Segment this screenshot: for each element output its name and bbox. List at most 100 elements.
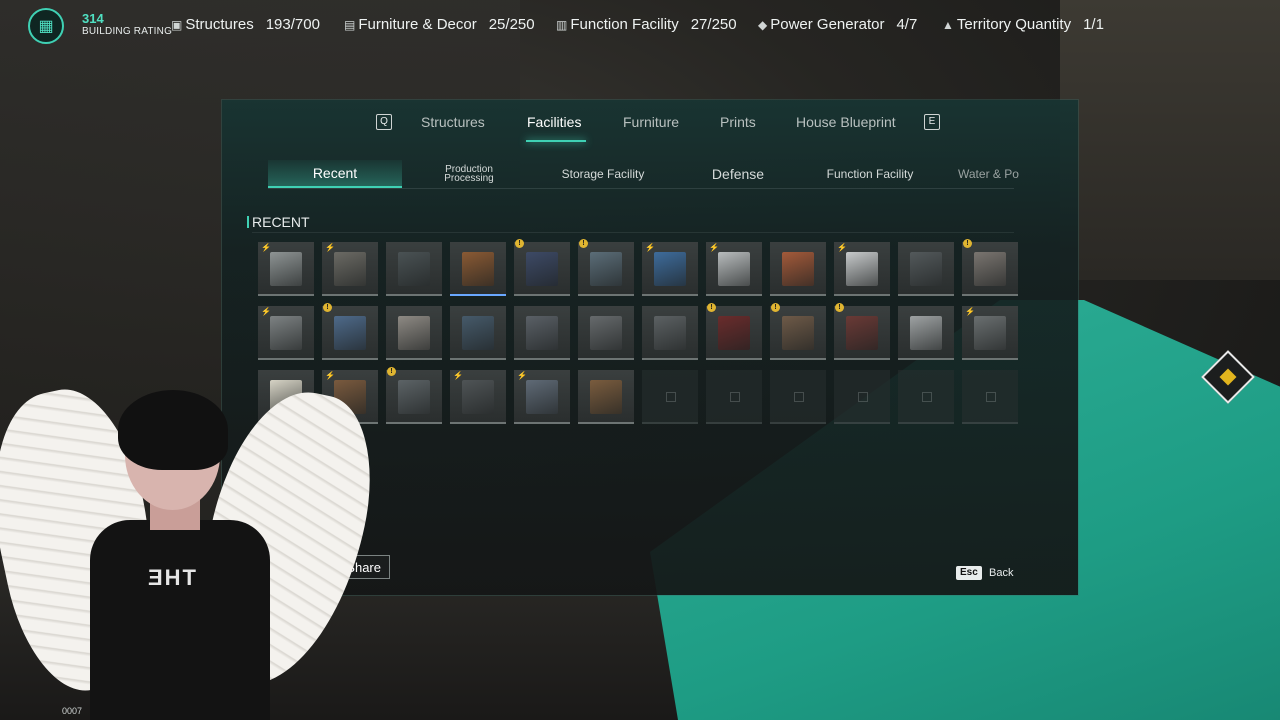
facility-slot[interactable]: ⚡ — [322, 242, 378, 296]
avatar-hair — [118, 390, 228, 470]
facility-item-icon — [782, 316, 814, 350]
facility-item-icon — [590, 316, 622, 350]
empty-slot — [834, 370, 890, 424]
facility-slot[interactable]: ⚡ — [258, 306, 314, 360]
facility-slot[interactable]: ⚡ — [514, 370, 570, 424]
facility-slot[interactable]: ! — [834, 303, 890, 360]
facility-slot[interactable] — [514, 306, 570, 360]
building-rating-label: BUILDING RATING — [82, 26, 173, 37]
empty-slot — [642, 370, 698, 424]
facility-slot[interactable]: ⚡ — [258, 242, 314, 296]
territory-icon: ▲ — [942, 18, 954, 32]
subtab-recent[interactable]: Recent — [268, 160, 402, 188]
warning-icon: ! — [323, 303, 332, 312]
tab-structures[interactable]: Structures — [421, 114, 485, 130]
facility-item-icon — [462, 252, 494, 286]
facility-slot[interactable]: ⚡ — [706, 242, 762, 296]
facility-slot[interactable]: ! — [514, 239, 570, 296]
facility-item-icon — [654, 252, 686, 286]
facility-item-icon — [526, 380, 558, 414]
power-bolt-icon: ⚡ — [453, 371, 463, 380]
subtab-production-processing[interactable]: Production Processing — [424, 160, 514, 188]
warning-icon: ! — [515, 239, 524, 248]
power-bolt-icon: ⚡ — [325, 243, 335, 252]
facility-item-icon — [398, 316, 430, 350]
tab-house-blueprint[interactable]: House Blueprint — [796, 114, 896, 130]
facility-item-icon — [398, 380, 430, 414]
facility-slot[interactable]: ⚡ — [642, 242, 698, 296]
facility-slot[interactable] — [450, 242, 506, 296]
facility-slot[interactable] — [578, 370, 634, 424]
facility-slot[interactable]: ! — [386, 367, 442, 424]
esc-key-icon: Esc — [956, 566, 982, 580]
active-tab-indicator — [526, 140, 586, 142]
warning-icon: ! — [835, 303, 844, 312]
facility-slot[interactable]: ! — [322, 303, 378, 360]
section-divider — [252, 232, 1014, 233]
facility-slot[interactable]: ⚡ — [962, 306, 1018, 360]
subtab-function-facility[interactable]: Function Facility — [820, 160, 920, 188]
facility-item-icon — [718, 316, 750, 350]
facility-item-icon — [590, 252, 622, 286]
facility-item-icon — [462, 316, 494, 350]
power-bolt-icon: ⚡ — [261, 243, 271, 252]
facility-slot[interactable] — [770, 242, 826, 296]
facility-slot[interactable] — [898, 242, 954, 296]
facility-slot[interactable]: ! — [578, 239, 634, 296]
warning-icon: ! — [771, 303, 780, 312]
prev-tab-key[interactable]: Q — [376, 114, 392, 130]
tab-facilities[interactable]: Facilities — [527, 114, 581, 130]
facility-item-icon — [334, 316, 366, 350]
facility-item-icon — [846, 316, 878, 350]
facility-item-icon — [846, 252, 878, 286]
facility-item-icon — [526, 252, 558, 286]
tab-prints[interactable]: Prints — [720, 114, 756, 130]
facility-slot[interactable] — [386, 242, 442, 296]
streamer-avatar-overlay: ƎHT — [0, 377, 390, 720]
stat-structures: ▣ Structures 193/700 — [171, 16, 320, 33]
building-rating-value: 314 — [82, 11, 104, 26]
stat-function-facility: ▥ Function Facility 27/250 — [556, 16, 737, 33]
facility-slot[interactable]: ⚡ — [834, 242, 890, 296]
stat-territory-quantity: ▲ Territory Quantity 1/1 — [942, 16, 1104, 33]
facility-item-icon — [782, 252, 814, 286]
back-button[interactable]: Back — [989, 567, 1013, 579]
facility-slot[interactable] — [386, 306, 442, 360]
building-rating-icon: ▦ — [28, 8, 64, 44]
subtab-storage-facility[interactable]: Storage Facility — [548, 160, 658, 188]
facility-slot[interactable] — [898, 306, 954, 360]
stat-power-generator: ◆ Power Generator 4/7 — [758, 16, 918, 33]
section-title: RECENT — [247, 214, 310, 230]
facility-slot[interactable]: ! — [706, 303, 762, 360]
facility-item-icon — [334, 252, 366, 286]
warning-icon: ! — [579, 239, 588, 248]
empty-slot — [962, 370, 1018, 424]
power-bolt-icon: ⚡ — [517, 371, 527, 380]
facility-slot[interactable]: ! — [770, 303, 826, 360]
subtab-water-power[interactable]: Water & Po — [958, 160, 1028, 188]
power-bolt-icon: ⚡ — [645, 243, 655, 252]
empty-slot — [770, 370, 826, 424]
tab-furniture[interactable]: Furniture — [623, 114, 679, 130]
subcategory-tabs: Recent Production Processing Storage Faci… — [268, 160, 1028, 188]
stat-furniture-decor: ▤ Furniture & Decor 25/250 — [344, 16, 535, 33]
furniture-icon: ▤ — [344, 18, 356, 32]
facility-item-icon — [910, 316, 942, 350]
function-icon: ▥ — [556, 18, 568, 32]
subtab-defense[interactable]: Defense — [688, 160, 788, 188]
facility-slot[interactable]: ⚡ — [450, 370, 506, 424]
facility-item-icon — [718, 252, 750, 286]
power-bolt-icon: ⚡ — [325, 371, 335, 380]
next-tab-key[interactable]: E — [924, 114, 940, 130]
facility-slot[interactable] — [578, 306, 634, 360]
facility-slot[interactable]: ! — [962, 239, 1018, 296]
facility-slot[interactable] — [642, 306, 698, 360]
facility-slot[interactable] — [450, 306, 506, 360]
facility-item-icon — [590, 380, 622, 414]
power-bolt-icon: ⚡ — [837, 243, 847, 252]
building-hud: ▦ 314 BUILDING RATING ▣ Structures 193/700… — [0, 0, 1280, 50]
facility-item-icon — [974, 252, 1006, 286]
warning-icon: ! — [707, 303, 716, 312]
avatar-torso — [90, 520, 270, 720]
facility-item-icon — [654, 316, 686, 350]
